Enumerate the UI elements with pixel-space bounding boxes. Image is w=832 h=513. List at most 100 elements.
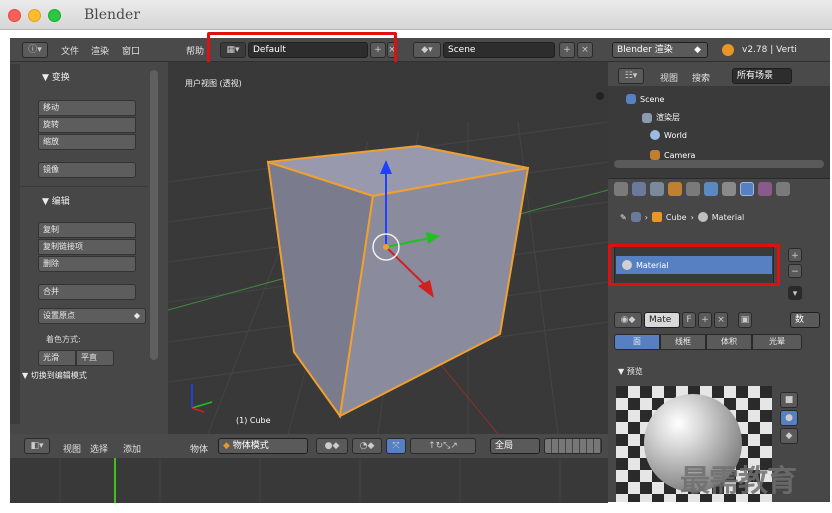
- maximize-window-button[interactable]: [48, 9, 61, 22]
- data-tab-icon[interactable]: [722, 182, 736, 196]
- mirror-button[interactable]: 镜像: [38, 162, 136, 178]
- timeline-grid: [59, 458, 561, 503]
- link-target-select[interactable]: 数: [790, 312, 820, 328]
- surface-tab[interactable]: 面: [614, 334, 660, 350]
- shading-label: 着色方式:: [46, 335, 81, 344]
- outliner-item-renderlayers[interactable]: 渲染层: [642, 112, 680, 123]
- add-material-slot-button[interactable]: +: [788, 248, 802, 262]
- scene-icon: [626, 94, 636, 104]
- material-browse-button[interactable]: ◉◆: [614, 312, 642, 328]
- menu-add[interactable]: 添加: [123, 442, 141, 455]
- tool-shelf-scrollbar[interactable]: [150, 70, 158, 360]
- tool-shelf-tabs[interactable]: [10, 64, 20, 424]
- render-tab-icon[interactable]: [614, 182, 628, 196]
- duplicate-button[interactable]: 复制: [38, 222, 136, 238]
- mini-axis-y: [191, 401, 213, 409]
- close-window-button[interactable]: [8, 9, 21, 22]
- add-scene-button[interactable]: +: [559, 42, 575, 58]
- outliner-menu-search[interactable]: 搜索: [692, 71, 710, 84]
- editor-type-3d-icon[interactable]: ◧▾: [24, 438, 50, 454]
- world-tab-icon[interactable]: [650, 182, 664, 196]
- constraints-tab-icon[interactable]: [686, 182, 700, 196]
- highlight-material-box: [608, 244, 780, 286]
- join-button[interactable]: 合并: [38, 284, 136, 300]
- outliner-scrollbar[interactable]: [614, 160, 824, 168]
- edit-panel-header[interactable]: ▼ 编辑: [42, 194, 70, 207]
- delete-button[interactable]: 删除: [38, 256, 136, 272]
- outliner-item-world[interactable]: World: [650, 130, 687, 140]
- transform-manipulators[interactable]: ↑↻⤡↗: [410, 438, 476, 454]
- rotate-button[interactable]: 旋转: [38, 117, 136, 133]
- outliner-menu-view[interactable]: 视图: [660, 71, 678, 84]
- scene-field[interactable]: Scene: [443, 42, 555, 58]
- duplicate-linked-button[interactable]: 复制链接项: [38, 239, 136, 255]
- menu-help[interactable]: 帮助: [186, 44, 204, 57]
- orientation-select[interactable]: 全局: [490, 438, 540, 454]
- link-data-button[interactable]: ▣: [738, 312, 752, 328]
- shade-flat-button[interactable]: 平直: [76, 350, 114, 366]
- manipulator-toggle[interactable]: ⤧: [386, 438, 406, 454]
- render-engine-label: Blender 渲染: [617, 45, 673, 55]
- world-label: World: [664, 130, 687, 140]
- outliner-display-filter[interactable]: 所有场景: [732, 68, 792, 84]
- pivot-point-button[interactable]: ◔◆: [352, 438, 382, 454]
- pin-icon[interactable]: ✎: [620, 213, 627, 222]
- translate-button[interactable]: 移动: [38, 100, 136, 116]
- remove-scene-button[interactable]: ×: [577, 42, 593, 58]
- particles-tab-icon[interactable]: [776, 182, 790, 196]
- preview-panel-header[interactable]: ▼ 预览: [618, 366, 643, 377]
- region-toggle-icon[interactable]: [596, 92, 604, 100]
- texture-tab-icon[interactable]: [758, 182, 772, 196]
- preview-sphere-button[interactable]: ●: [780, 410, 798, 426]
- remove-material-slot-button[interactable]: −: [788, 264, 802, 278]
- render-engine-select[interactable]: Blender 渲染 ◆: [612, 42, 708, 58]
- fake-user-button[interactable]: F: [682, 312, 696, 328]
- menu-file[interactable]: 文件: [61, 44, 79, 57]
- menu-view[interactable]: 视图: [63, 442, 81, 455]
- scene-label: Scene: [640, 94, 665, 104]
- material-icon: [697, 212, 708, 222]
- blender-logo-icon: [722, 44, 734, 56]
- material-tab-icon[interactable]: [740, 182, 754, 196]
- menu-object[interactable]: 物体: [190, 442, 208, 455]
- layer-buttons[interactable]: [544, 438, 602, 454]
- scene-tab-icon[interactable]: [632, 182, 646, 196]
- version-stats: v2.78 | Verti: [742, 45, 797, 55]
- camera-icon: [650, 150, 660, 160]
- timeline[interactable]: [10, 458, 608, 503]
- outliner-item-scene[interactable]: Scene: [626, 94, 664, 104]
- editor-type-outliner-icon[interactable]: ☷▾: [618, 68, 644, 84]
- menu-render[interactable]: 渲染: [91, 44, 109, 57]
- set-origin-label: 设置原点: [43, 311, 75, 320]
- material-name-field[interactable]: Mate: [644, 312, 680, 328]
- mode-select[interactable]: ◆ 物体模式: [218, 438, 308, 454]
- 3d-viewport[interactable]: [168, 62, 608, 434]
- material-specials-button[interactable]: ▾: [788, 286, 802, 300]
- scene-icon[interactable]: ◆▾: [413, 42, 441, 58]
- unlink-material-button[interactable]: ×: [714, 312, 728, 328]
- object-tab-icon[interactable]: [668, 182, 682, 196]
- halo-tab[interactable]: 光晕: [752, 334, 802, 350]
- active-object-label: (1) Cube: [236, 416, 271, 425]
- preview-flat-button[interactable]: ■: [780, 392, 798, 408]
- toggle-editmode-header[interactable]: ▼ 切换到编辑模式: [22, 370, 87, 381]
- set-origin-select[interactable]: 设置原点 ◆: [38, 308, 146, 324]
- wire-tab[interactable]: 线框: [660, 334, 706, 350]
- volume-tab[interactable]: 体积: [706, 334, 752, 350]
- minimize-window-button[interactable]: [28, 9, 41, 22]
- scale-button[interactable]: 缩放: [38, 134, 136, 150]
- menu-select[interactable]: 选择: [90, 442, 108, 455]
- breadcrumb-cube: Cube: [665, 212, 687, 222]
- modifiers-tab-icon[interactable]: [704, 182, 718, 196]
- window-title: Blender: [84, 7, 141, 23]
- viewport-shading-button[interactable]: ●◆: [316, 438, 348, 454]
- menu-window[interactable]: 窗口: [122, 44, 140, 57]
- shade-smooth-button[interactable]: 光滑: [38, 350, 76, 366]
- preview-cube-button[interactable]: ◆: [780, 428, 798, 444]
- world-icon: [650, 130, 660, 140]
- editor-type-info-icon[interactable]: ⓘ▾: [22, 42, 48, 58]
- new-material-button[interactable]: +: [698, 312, 712, 328]
- viewport-label: 用户视图 (透视): [185, 79, 242, 88]
- mini-axis-x: [191, 407, 205, 413]
- transform-panel-header[interactable]: ▼ 变换: [42, 70, 70, 83]
